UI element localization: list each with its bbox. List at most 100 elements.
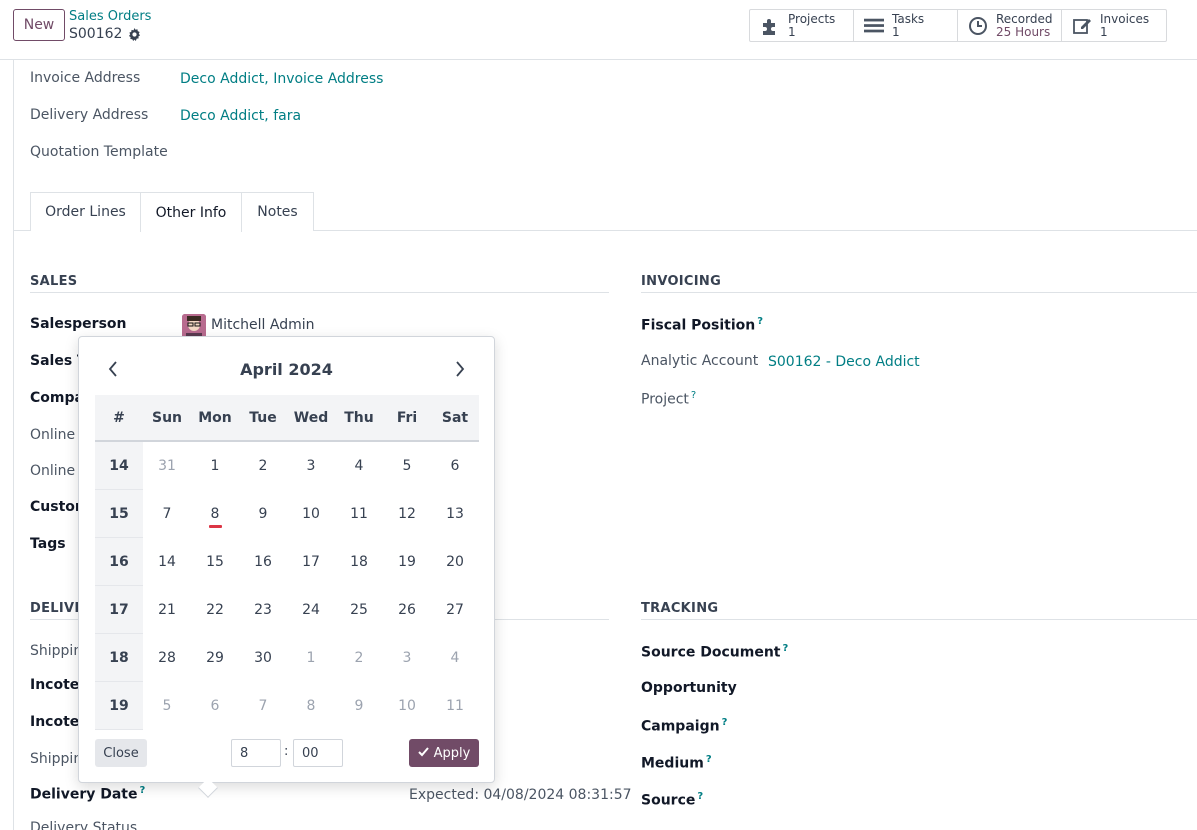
calendar-day[interactable]: 10 [383, 682, 431, 730]
apply-button[interactable]: Apply [409, 739, 479, 767]
calendar-day[interactable]: 28 [143, 634, 191, 682]
calendar-day[interactable]: 29 [191, 634, 239, 682]
calendar-day[interactable]: 23 [239, 586, 287, 634]
prev-month-button[interactable] [101, 359, 125, 383]
calendar-day[interactable]: 9 [239, 490, 287, 538]
source-document-help[interactable]: ? [783, 643, 789, 654]
calendar-day[interactable]: 20 [431, 538, 479, 586]
analytic-account-link[interactable]: S00162 - Deco Addict [768, 354, 920, 370]
weekday-mon: Mon [198, 409, 232, 426]
calendar-day[interactable]: 5 [143, 682, 191, 730]
calendar-day[interactable]: 30 [239, 634, 287, 682]
time-separator: : [284, 744, 289, 759]
delivery-address-link[interactable]: Deco Addict, fara [180, 108, 301, 124]
record-name: S00162 [69, 26, 123, 42]
calendar-day[interactable]: 2 [239, 442, 287, 490]
project-help[interactable]: ? [691, 390, 696, 401]
calendar-day[interactable]: 7 [239, 682, 287, 730]
calendar-day[interactable]: 31 [143, 442, 191, 490]
campaign-help[interactable]: ? [722, 717, 728, 728]
calendar-day[interactable]: 3 [287, 442, 335, 490]
source-help[interactable]: ? [697, 791, 703, 802]
projects-smart-button[interactable]: Projects 1 [750, 10, 854, 41]
hour-input[interactable] [231, 739, 281, 767]
calendar-day[interactable]: 18 [335, 538, 383, 586]
tasks-smart-button[interactable]: Tasks 1 [854, 10, 958, 41]
chevron-left-icon [108, 361, 118, 381]
fiscal-position-help[interactable]: ? [757, 316, 763, 327]
calendar-day[interactable]: 4 [335, 442, 383, 490]
gear-icon[interactable] [128, 27, 141, 41]
breadcrumb-current: S00162 [69, 26, 141, 42]
source-document-label: Source Document? [641, 643, 788, 661]
recorded-smart-button[interactable]: Recorded 25 Hours [958, 10, 1062, 41]
calendar-day[interactable]: 14 [143, 538, 191, 586]
month-title[interactable]: April 2024 [179, 360, 394, 379]
calendar-day[interactable]: 26 [383, 586, 431, 634]
tab-order-lines[interactable]: Order Lines [30, 192, 141, 231]
calendar-day[interactable]: 22 [191, 586, 239, 634]
medium-help[interactable]: ? [706, 754, 712, 765]
calendar-day[interactable]: 12 [383, 490, 431, 538]
smart-buttons: Projects 1 Tasks 1 Recorded 25 Hours Invoic… [749, 9, 1167, 42]
breadcrumb-sales-orders[interactable]: Sales Orders [69, 9, 151, 24]
expected-date-text: Expected: 04/08/2024 08:31:57 [409, 787, 632, 803]
tab-other-info[interactable]: Other Info [140, 192, 242, 232]
calendar-day[interactable]: 9 [335, 682, 383, 730]
calendar-day[interactable]: 6 [431, 442, 479, 490]
weekday-header: # Sun Mon Tue Wed Thu Fri Sat [95, 395, 479, 442]
tab-notes[interactable]: Notes [241, 192, 314, 231]
projects-count: 1 [788, 24, 796, 39]
calendar-day[interactable]: 11 [335, 490, 383, 538]
clock-icon [968, 16, 988, 36]
calendar-day[interactable]: 7 [143, 490, 191, 538]
calendar-day[interactable]: 1 [191, 442, 239, 490]
invoices-label: Invoices [1100, 11, 1150, 26]
invoices-smart-button[interactable]: Invoices 1 [1062, 10, 1166, 41]
sheet-border [13, 60, 14, 830]
calendar-day[interactable]: 15 [191, 538, 239, 586]
calendar-day[interactable]: 2 [335, 634, 383, 682]
calendar-day[interactable]: 16 [239, 538, 287, 586]
week-number: 18 [95, 634, 143, 682]
weekday-wed: Wed [293, 409, 329, 426]
weekday-fri: Fri [396, 409, 418, 426]
calendar-week-row: 19 5 6 7 8 9 10 11 [95, 682, 479, 730]
calendar-day[interactable]: 8 [287, 682, 335, 730]
invoice-address-link[interactable]: Deco Addict, Invoice Address [180, 71, 383, 87]
calendar-day[interactable]: 24 [287, 586, 335, 634]
delivery-date-text: Delivery Date [30, 786, 138, 803]
delivery-address-label: Delivery Address [30, 107, 149, 123]
minute-input[interactable] [293, 739, 343, 767]
project-text: Project [641, 391, 689, 408]
calendar-day[interactable]: 21 [143, 586, 191, 634]
calendar-day[interactable]: 6 [191, 682, 239, 730]
salesperson-value[interactable]: Mitchell Admin [211, 317, 315, 333]
sales-section-title: SALES [30, 274, 78, 289]
calendar-day[interactable]: 13 [431, 490, 479, 538]
project-label: Project? [641, 390, 696, 408]
calendar-day[interactable]: 8 [191, 490, 239, 538]
calendar-day[interactable]: 17 [287, 538, 335, 586]
fiscal-position-label: Fiscal Position? [641, 316, 763, 334]
calendar-day[interactable]: 25 [335, 586, 383, 634]
new-button[interactable]: New [13, 9, 65, 41]
calendar-day[interactable]: 5 [383, 442, 431, 490]
source-label: Source? [641, 791, 703, 809]
tasks-count: 1 [892, 24, 900, 39]
calendar-day[interactable]: 11 [431, 682, 479, 730]
tasks-icon [864, 16, 884, 36]
weekday-sat: Sat [441, 409, 469, 426]
calendar-day[interactable]: 4 [431, 634, 479, 682]
projects-label: Projects [788, 11, 836, 26]
next-month-button[interactable] [448, 359, 472, 383]
calendar-day[interactable]: 3 [383, 634, 431, 682]
close-button[interactable]: Close [95, 739, 147, 767]
calendar-day[interactable]: 27 [431, 586, 479, 634]
calendar-day[interactable]: 1 [287, 634, 335, 682]
calendar-day[interactable]: 10 [287, 490, 335, 538]
calendar-day[interactable]: 19 [383, 538, 431, 586]
control-panel: New Sales Orders S00162 Projects 1 Tasks 1… [0, 0, 1197, 60]
analytic-account-label: Analytic Account [641, 353, 759, 369]
delivery-date-help[interactable]: ? [140, 785, 146, 796]
